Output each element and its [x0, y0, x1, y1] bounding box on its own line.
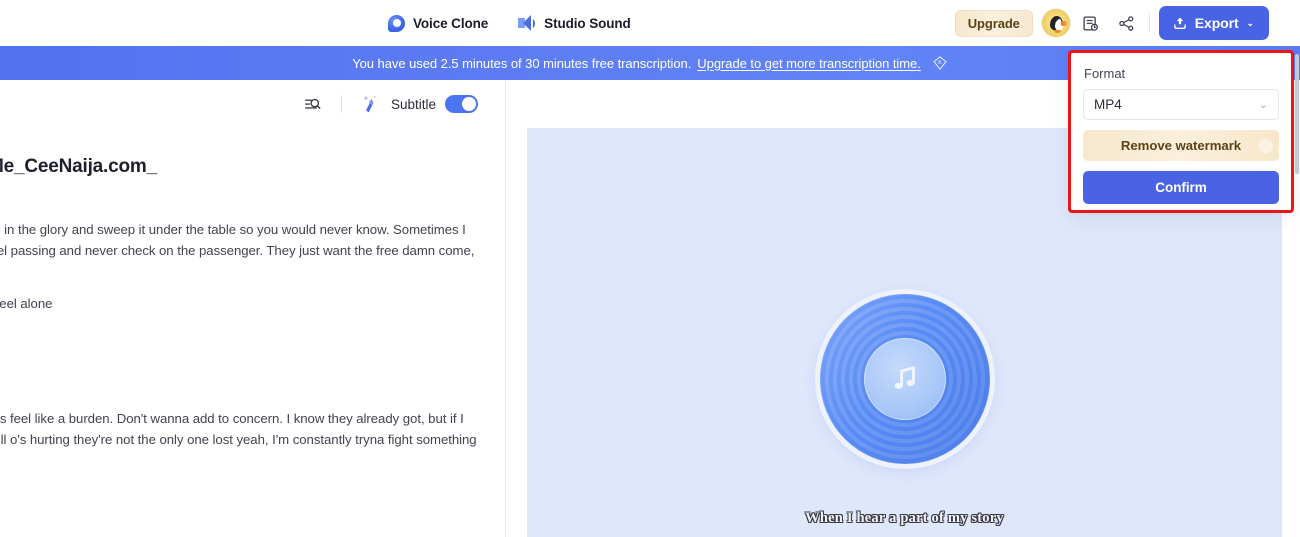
- magic-wand-icon: [364, 95, 377, 113]
- subtitle-toggle-knob: [462, 97, 476, 111]
- top-bar-actions: Upgrade Export ⌄: [954, 0, 1269, 46]
- upgrade-button[interactable]: Upgrade: [954, 9, 1033, 37]
- usage-banner-message: You have used 2.5 minutes of 30 minutes …: [352, 55, 692, 71]
- upload-icon: [1173, 17, 1186, 29]
- transcript-toolbar: Subtitle: [0, 80, 505, 128]
- history-button[interactable]: [1076, 8, 1106, 38]
- format-selected-value: MP4: [1094, 97, 1122, 112]
- export-format-popover: Format MP4 ⌄ Remove watermark Confirm: [1071, 53, 1291, 210]
- transcript-text: de in the glory and sweep it under the t…: [0, 222, 475, 258]
- top-bar: Voice Clone Studio Sound Upgrade Export …: [0, 0, 1300, 46]
- music-note-icon: [894, 366, 915, 390]
- studio-sound-icon: [518, 14, 536, 32]
- ai-wand-button[interactable]: [360, 93, 380, 115]
- subtitle-toggle[interactable]: [445, 95, 478, 113]
- music-note-disc-icon: [819, 294, 990, 464]
- voice-clone-button[interactable]: Voice Clone: [388, 14, 489, 32]
- history-document-icon: [1083, 15, 1099, 31]
- voice-clone-label: Voice Clone: [413, 15, 489, 31]
- page-scrollbar-thumb[interactable]: [1295, 54, 1299, 174]
- svg-text:K: K: [938, 60, 942, 66]
- remove-watermark-badge-icon: [1258, 138, 1273, 153]
- toolbar-divider: [1148, 13, 1150, 33]
- page-scrollbar[interactable]: [1294, 46, 1300, 537]
- diamond-k-icon[interactable]: K: [932, 55, 948, 71]
- share-button[interactable]: [1112, 8, 1142, 38]
- studio-sound-label: Studio Sound: [544, 15, 631, 31]
- top-bar-tools: Voice Clone Studio Sound: [388, 0, 631, 46]
- remove-watermark-button[interactable]: Remove watermark: [1083, 130, 1279, 161]
- video-subtitle-caption: When I hear a part of my story: [805, 510, 1004, 526]
- avatar[interactable]: [1041, 9, 1070, 37]
- format-select[interactable]: MP4 ⌄: [1083, 89, 1279, 120]
- chevron-down-icon: ⌄: [1258, 99, 1268, 111]
- share-icon: [1119, 15, 1134, 31]
- format-heading: Format: [1084, 66, 1126, 81]
- voice-clone-icon: [388, 14, 405, 32]
- export-label: Export: [1194, 15, 1239, 31]
- transcript-text: 't feel alone: [0, 296, 53, 311]
- export-chevron-icon: ⌄: [1246, 17, 1255, 28]
- confirm-button[interactable]: Confirm: [1083, 171, 1279, 204]
- toolbar-separator: [340, 95, 342, 113]
- export-button[interactable]: Export ⌄: [1158, 6, 1269, 40]
- remove-watermark-label: Remove watermark: [1120, 138, 1242, 153]
- search-list-icon: [305, 98, 321, 109]
- disc-center: [863, 338, 946, 420]
- transcript-paragraph[interactable]: 't feel alone: [0, 294, 481, 315]
- upgrade-link[interactable]: Upgrade to get more transcription time.: [697, 56, 921, 71]
- export-format-popover-highlight: Format MP4 ⌄ Remove watermark Confirm: [1068, 50, 1294, 213]
- app-root: Voice Clone Studio Sound Upgrade Export …: [0, 0, 1300, 537]
- studio-sound-button[interactable]: Studio Sound: [518, 14, 631, 32]
- transcript-paragraph[interactable]: de in the glory and sweep it under the t…: [0, 220, 481, 261]
- subtitle-label: Subtitle: [390, 96, 436, 112]
- transcript-title: Me_CeeNaija.com_: [0, 156, 157, 177]
- transcript-text: ays feel like a burden. Don't wanna add …: [0, 411, 477, 447]
- transcript-panel[interactable]: Me_CeeNaija.com_ de in the glory and swe…: [0, 128, 504, 537]
- transcript-paragraph[interactable]: ays feel like a burden. Don't wanna add …: [0, 409, 481, 450]
- search-transcript-button[interactable]: [302, 93, 324, 115]
